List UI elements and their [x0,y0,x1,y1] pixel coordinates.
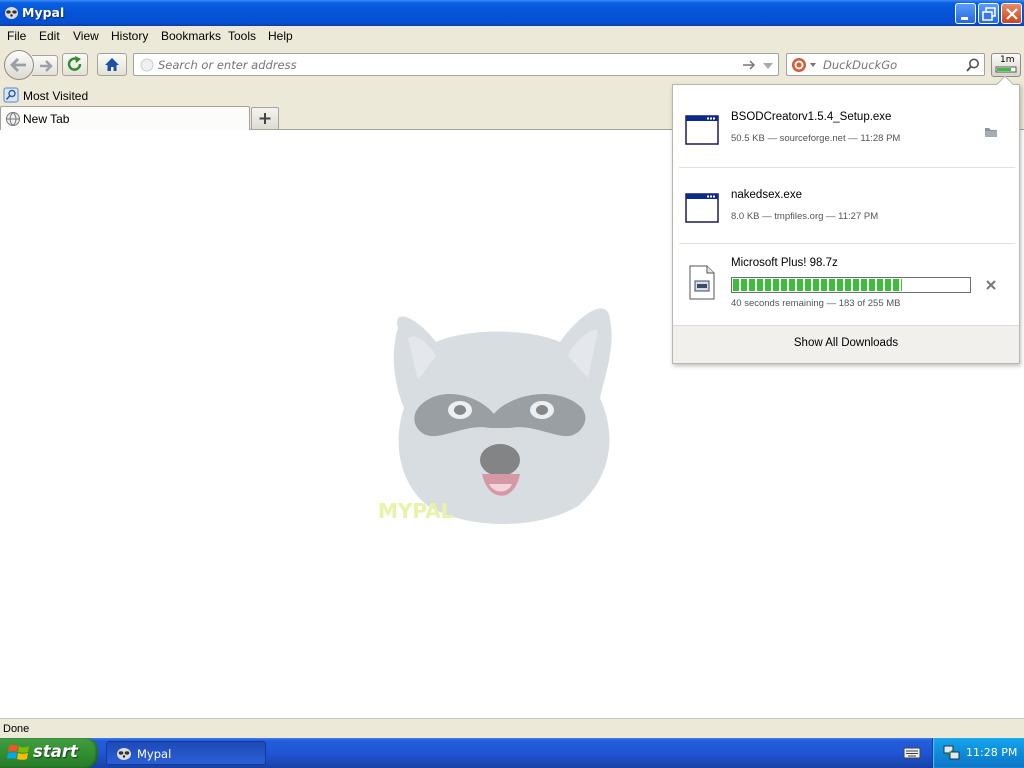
home-button[interactable] [97,53,127,76]
download-item[interactable]: BSODCreatorv1.5.4_Setup.exe 50.5 KB — so… [679,89,1015,165]
restore-button[interactable] [978,3,999,24]
windows-logo-icon [7,744,29,760]
download-time-label: 1m [1000,55,1015,65]
archive-file-icon [689,265,715,300]
back-button[interactable] [4,50,34,80]
download-filename: nakedsex.exe [731,189,802,201]
menu-history[interactable]: History [111,29,148,43]
download-filename: BSODCreatorv1.5.4_Setup.exe [731,111,892,123]
menu-edit[interactable]: Edit [39,29,60,43]
url-bar[interactable] [133,53,779,76]
title-bar[interactable]: Mypal [0,0,1024,26]
minimize-button[interactable] [955,3,976,24]
most-visited-icon [3,87,19,103]
download-item-in-progress[interactable]: Microsoft Plus! 98.7z 40 seconds remaini… [679,245,1015,321]
history-dropdown-icon[interactable] [762,60,774,72]
status-bar: Done [0,718,1024,738]
reload-button[interactable] [62,53,88,76]
bookmark-most-visited[interactable]: Most Visited [3,87,88,103]
search-bar[interactable] [786,53,985,76]
forward-arrow-icon [40,60,53,72]
close-icon [1006,8,1018,20]
download-meta: 50.5 KB — sourceforge.net — 11:28 PM [731,133,901,144]
close-button[interactable] [1001,3,1022,24]
download-progress-icon [995,66,1017,73]
exe-window-icon [685,193,719,223]
search-input[interactable] [823,58,963,72]
show-all-downloads-button[interactable]: Show All Downloads [673,325,1019,363]
taskbar-item-mypal[interactable]: Mypal [106,741,266,765]
menu-view[interactable]: View [73,29,99,43]
menu-help[interactable]: Help [268,29,293,43]
forward-button[interactable] [32,55,58,76]
taskbar-item-label: Mypal [137,747,172,761]
menu-bookmarks[interactable]: Bookmarks [161,29,221,43]
globe-icon [6,112,20,126]
raccoon-app-icon [5,7,18,19]
download-meta: 8.0 KB — tmpfiles.org — 11:27 PM [731,211,879,222]
downloads-button[interactable]: 1m [991,53,1021,77]
open-folder-icon[interactable] [983,125,999,139]
search-icon[interactable] [965,57,981,73]
menu-file[interactable]: File [7,29,26,43]
tab-label: New Tab [23,112,70,126]
reload-icon [67,56,82,71]
tab-new-tab[interactable]: New Tab [0,106,250,130]
download-progress-bar [731,277,971,293]
download-filename: Microsoft Plus! 98.7z [731,257,838,269]
clock: 11:28 PM [966,746,1018,759]
status-text: Done [3,723,30,735]
start-label: start [33,742,78,761]
download-item[interactable]: nakedsex.exe 8.0 KB — tmpfiles.org — 11:… [679,167,1015,243]
start-button[interactable]: start [0,738,98,768]
restore-icon [982,7,996,21]
cancel-download-icon[interactable] [984,278,998,292]
network-icon[interactable] [943,744,961,762]
raccoon-app-icon [117,748,131,760]
go-arrow-icon[interactable] [742,58,756,72]
home-icon [105,58,119,71]
menu-bar: File Edit View History Bookmarks Tools H… [0,26,1024,46]
navigation-toolbar: 1m [0,46,1024,83]
duckduckgo-engine-icon[interactable] [789,55,819,75]
downloads-panel: BSODCreatorv1.5.4_Setup.exe 50.5 KB — so… [672,75,1020,364]
taskbar: start Mypal 11:28 PM [0,738,1024,768]
download-progress-fill [733,279,903,291]
download-meta: 40 seconds remaining — 183 of 255 MB [731,298,901,309]
back-arrow-icon [10,58,26,72]
bookmark-label: Most Visited [23,89,89,103]
keyboard-icon[interactable] [903,746,921,760]
browser-window: Mypal File Edit View History Bookmarks T… [0,0,1024,738]
url-input[interactable] [158,58,728,72]
mypal-raccoon-logo: MYPAL [378,308,612,524]
page-identity-icon [140,58,154,72]
logo-text: MYPAL [378,499,454,523]
show-all-downloads-label: Show All Downloads [793,337,899,349]
menu-tools[interactable]: Tools [228,29,256,43]
window-title: Mypal [22,5,65,20]
minimize-icon [961,17,968,20]
system-tray: 11:28 PM [932,738,1024,768]
exe-window-icon [685,115,719,145]
divider [679,243,1015,244]
plus-icon [259,113,271,124]
new-tab-button[interactable] [251,107,279,129]
